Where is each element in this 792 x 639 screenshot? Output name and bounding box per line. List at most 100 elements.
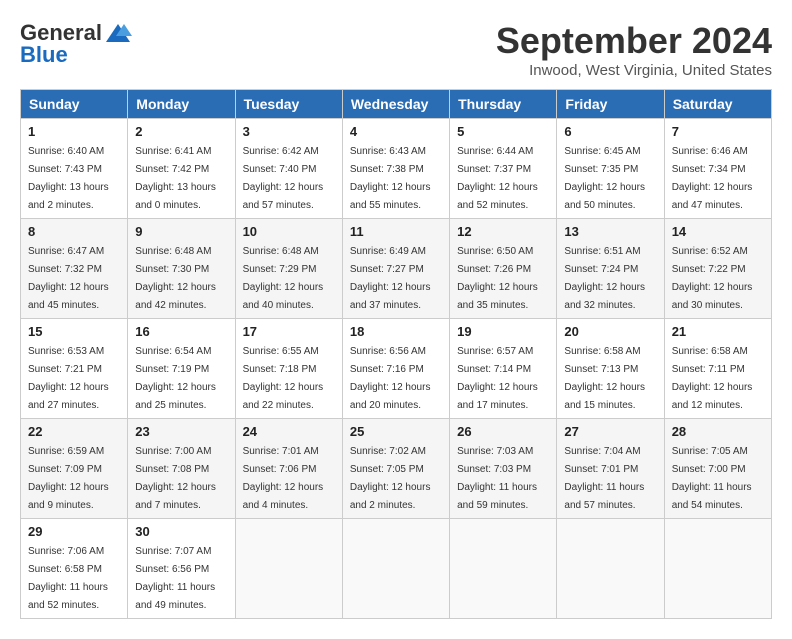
calendar-cell: 27 Sunrise: 7:04 AMSunset: 7:01 PMDaylig…	[557, 419, 664, 519]
location-subtitle: Inwood, West Virginia, United States	[496, 62, 772, 79]
day-number: 5	[457, 124, 549, 139]
column-header-tuesday: Tuesday	[235, 90, 342, 119]
calendar-cell: 16 Sunrise: 6:54 AMSunset: 7:19 PMDaylig…	[128, 319, 235, 419]
day-info: Sunrise: 6:56 AMSunset: 7:16 PMDaylight:…	[350, 346, 431, 411]
day-info: Sunrise: 6:41 AMSunset: 7:42 PMDaylight:…	[135, 146, 216, 211]
day-number: 29	[28, 524, 120, 539]
day-info: Sunrise: 6:54 AMSunset: 7:19 PMDaylight:…	[135, 346, 216, 411]
day-info: Sunrise: 6:40 AMSunset: 7:43 PMDaylight:…	[28, 146, 109, 211]
day-number: 9	[135, 224, 227, 239]
column-header-saturday: Saturday	[664, 90, 771, 119]
day-info: Sunrise: 6:59 AMSunset: 7:09 PMDaylight:…	[28, 446, 109, 511]
day-info: Sunrise: 6:48 AMSunset: 7:29 PMDaylight:…	[243, 246, 324, 311]
calendar-cell: 22 Sunrise: 6:59 AMSunset: 7:09 PMDaylig…	[21, 419, 128, 519]
calendar-cell	[235, 519, 342, 619]
day-info: Sunrise: 6:44 AMSunset: 7:37 PMDaylight:…	[457, 146, 538, 211]
day-info: Sunrise: 6:53 AMSunset: 7:21 PMDaylight:…	[28, 346, 109, 411]
day-number: 7	[672, 124, 764, 139]
calendar-cell: 1 Sunrise: 6:40 AMSunset: 7:43 PMDayligh…	[21, 119, 128, 219]
column-header-monday: Monday	[128, 90, 235, 119]
day-info: Sunrise: 7:07 AMSunset: 6:56 PMDaylight:…	[135, 546, 215, 611]
calendar-cell: 11 Sunrise: 6:49 AMSunset: 7:27 PMDaylig…	[342, 219, 449, 319]
calendar-cell: 4 Sunrise: 6:43 AMSunset: 7:38 PMDayligh…	[342, 119, 449, 219]
day-number: 23	[135, 424, 227, 439]
calendar-cell: 24 Sunrise: 7:01 AMSunset: 7:06 PMDaylig…	[235, 419, 342, 519]
day-info: Sunrise: 6:46 AMSunset: 7:34 PMDaylight:…	[672, 146, 753, 211]
day-info: Sunrise: 6:42 AMSunset: 7:40 PMDaylight:…	[243, 146, 324, 211]
day-number: 17	[243, 324, 335, 339]
calendar-week-row: 8 Sunrise: 6:47 AMSunset: 7:32 PMDayligh…	[21, 219, 772, 319]
day-number: 25	[350, 424, 442, 439]
day-info: Sunrise: 6:58 AMSunset: 7:11 PMDaylight:…	[672, 346, 753, 411]
day-info: Sunrise: 6:49 AMSunset: 7:27 PMDaylight:…	[350, 246, 431, 311]
calendar-cell: 12 Sunrise: 6:50 AMSunset: 7:26 PMDaylig…	[450, 219, 557, 319]
page-header: General Blue September 2024 Inwood, West…	[20, 20, 772, 79]
calendar-cell: 26 Sunrise: 7:03 AMSunset: 7:03 PMDaylig…	[450, 419, 557, 519]
day-number: 8	[28, 224, 120, 239]
month-title: September 2024	[496, 20, 772, 62]
day-info: Sunrise: 7:00 AMSunset: 7:08 PMDaylight:…	[135, 446, 216, 511]
calendar-cell: 9 Sunrise: 6:48 AMSunset: 7:30 PMDayligh…	[128, 219, 235, 319]
day-number: 4	[350, 124, 442, 139]
day-number: 2	[135, 124, 227, 139]
day-info: Sunrise: 7:01 AMSunset: 7:06 PMDaylight:…	[243, 446, 324, 511]
column-header-sunday: Sunday	[21, 90, 128, 119]
logo: General Blue	[20, 20, 132, 68]
calendar-cell: 7 Sunrise: 6:46 AMSunset: 7:34 PMDayligh…	[664, 119, 771, 219]
day-info: Sunrise: 6:58 AMSunset: 7:13 PMDaylight:…	[564, 346, 645, 411]
day-info: Sunrise: 6:47 AMSunset: 7:32 PMDaylight:…	[28, 246, 109, 311]
calendar-header-row: SundayMondayTuesdayWednesdayThursdayFrid…	[21, 90, 772, 119]
day-info: Sunrise: 7:02 AMSunset: 7:05 PMDaylight:…	[350, 446, 431, 511]
day-number: 24	[243, 424, 335, 439]
day-number: 3	[243, 124, 335, 139]
day-info: Sunrise: 6:48 AMSunset: 7:30 PMDaylight:…	[135, 246, 216, 311]
day-info: Sunrise: 7:04 AMSunset: 7:01 PMDaylight:…	[564, 446, 644, 511]
logo-icon	[104, 22, 132, 44]
day-number: 19	[457, 324, 549, 339]
day-number: 15	[28, 324, 120, 339]
calendar-cell	[342, 519, 449, 619]
day-info: Sunrise: 6:57 AMSunset: 7:14 PMDaylight:…	[457, 346, 538, 411]
calendar-cell: 17 Sunrise: 6:55 AMSunset: 7:18 PMDaylig…	[235, 319, 342, 419]
day-info: Sunrise: 6:50 AMSunset: 7:26 PMDaylight:…	[457, 246, 538, 311]
calendar-cell: 15 Sunrise: 6:53 AMSunset: 7:21 PMDaylig…	[21, 319, 128, 419]
calendar-cell: 19 Sunrise: 6:57 AMSunset: 7:14 PMDaylig…	[450, 319, 557, 419]
day-number: 14	[672, 224, 764, 239]
calendar-cell: 13 Sunrise: 6:51 AMSunset: 7:24 PMDaylig…	[557, 219, 664, 319]
column-header-friday: Friday	[557, 90, 664, 119]
column-header-thursday: Thursday	[450, 90, 557, 119]
calendar-cell: 6 Sunrise: 6:45 AMSunset: 7:35 PMDayligh…	[557, 119, 664, 219]
title-area: September 2024 Inwood, West Virginia, Un…	[496, 20, 772, 79]
day-number: 30	[135, 524, 227, 539]
day-info: Sunrise: 6:43 AMSunset: 7:38 PMDaylight:…	[350, 146, 431, 211]
day-number: 6	[564, 124, 656, 139]
day-info: Sunrise: 6:52 AMSunset: 7:22 PMDaylight:…	[672, 246, 753, 311]
day-number: 18	[350, 324, 442, 339]
day-number: 21	[672, 324, 764, 339]
day-info: Sunrise: 6:45 AMSunset: 7:35 PMDaylight:…	[564, 146, 645, 211]
calendar-cell: 23 Sunrise: 7:00 AMSunset: 7:08 PMDaylig…	[128, 419, 235, 519]
day-info: Sunrise: 7:03 AMSunset: 7:03 PMDaylight:…	[457, 446, 537, 511]
calendar-cell: 18 Sunrise: 6:56 AMSunset: 7:16 PMDaylig…	[342, 319, 449, 419]
day-number: 26	[457, 424, 549, 439]
day-number: 12	[457, 224, 549, 239]
calendar-cell: 10 Sunrise: 6:48 AMSunset: 7:29 PMDaylig…	[235, 219, 342, 319]
calendar-cell	[450, 519, 557, 619]
calendar-table: SundayMondayTuesdayWednesdayThursdayFrid…	[20, 89, 772, 619]
calendar-cell: 20 Sunrise: 6:58 AMSunset: 7:13 PMDaylig…	[557, 319, 664, 419]
calendar-cell: 28 Sunrise: 7:05 AMSunset: 7:00 PMDaylig…	[664, 419, 771, 519]
day-number: 22	[28, 424, 120, 439]
calendar-week-row: 1 Sunrise: 6:40 AMSunset: 7:43 PMDayligh…	[21, 119, 772, 219]
calendar-cell: 21 Sunrise: 6:58 AMSunset: 7:11 PMDaylig…	[664, 319, 771, 419]
day-number: 20	[564, 324, 656, 339]
logo-blue-text: Blue	[20, 42, 68, 68]
calendar-week-row: 29 Sunrise: 7:06 AMSunset: 6:58 PMDaylig…	[21, 519, 772, 619]
calendar-cell: 8 Sunrise: 6:47 AMSunset: 7:32 PMDayligh…	[21, 219, 128, 319]
calendar-cell: 30 Sunrise: 7:07 AMSunset: 6:56 PMDaylig…	[128, 519, 235, 619]
calendar-cell	[557, 519, 664, 619]
calendar-week-row: 22 Sunrise: 6:59 AMSunset: 7:09 PMDaylig…	[21, 419, 772, 519]
calendar-cell: 2 Sunrise: 6:41 AMSunset: 7:42 PMDayligh…	[128, 119, 235, 219]
column-header-wednesday: Wednesday	[342, 90, 449, 119]
day-number: 13	[564, 224, 656, 239]
day-number: 10	[243, 224, 335, 239]
